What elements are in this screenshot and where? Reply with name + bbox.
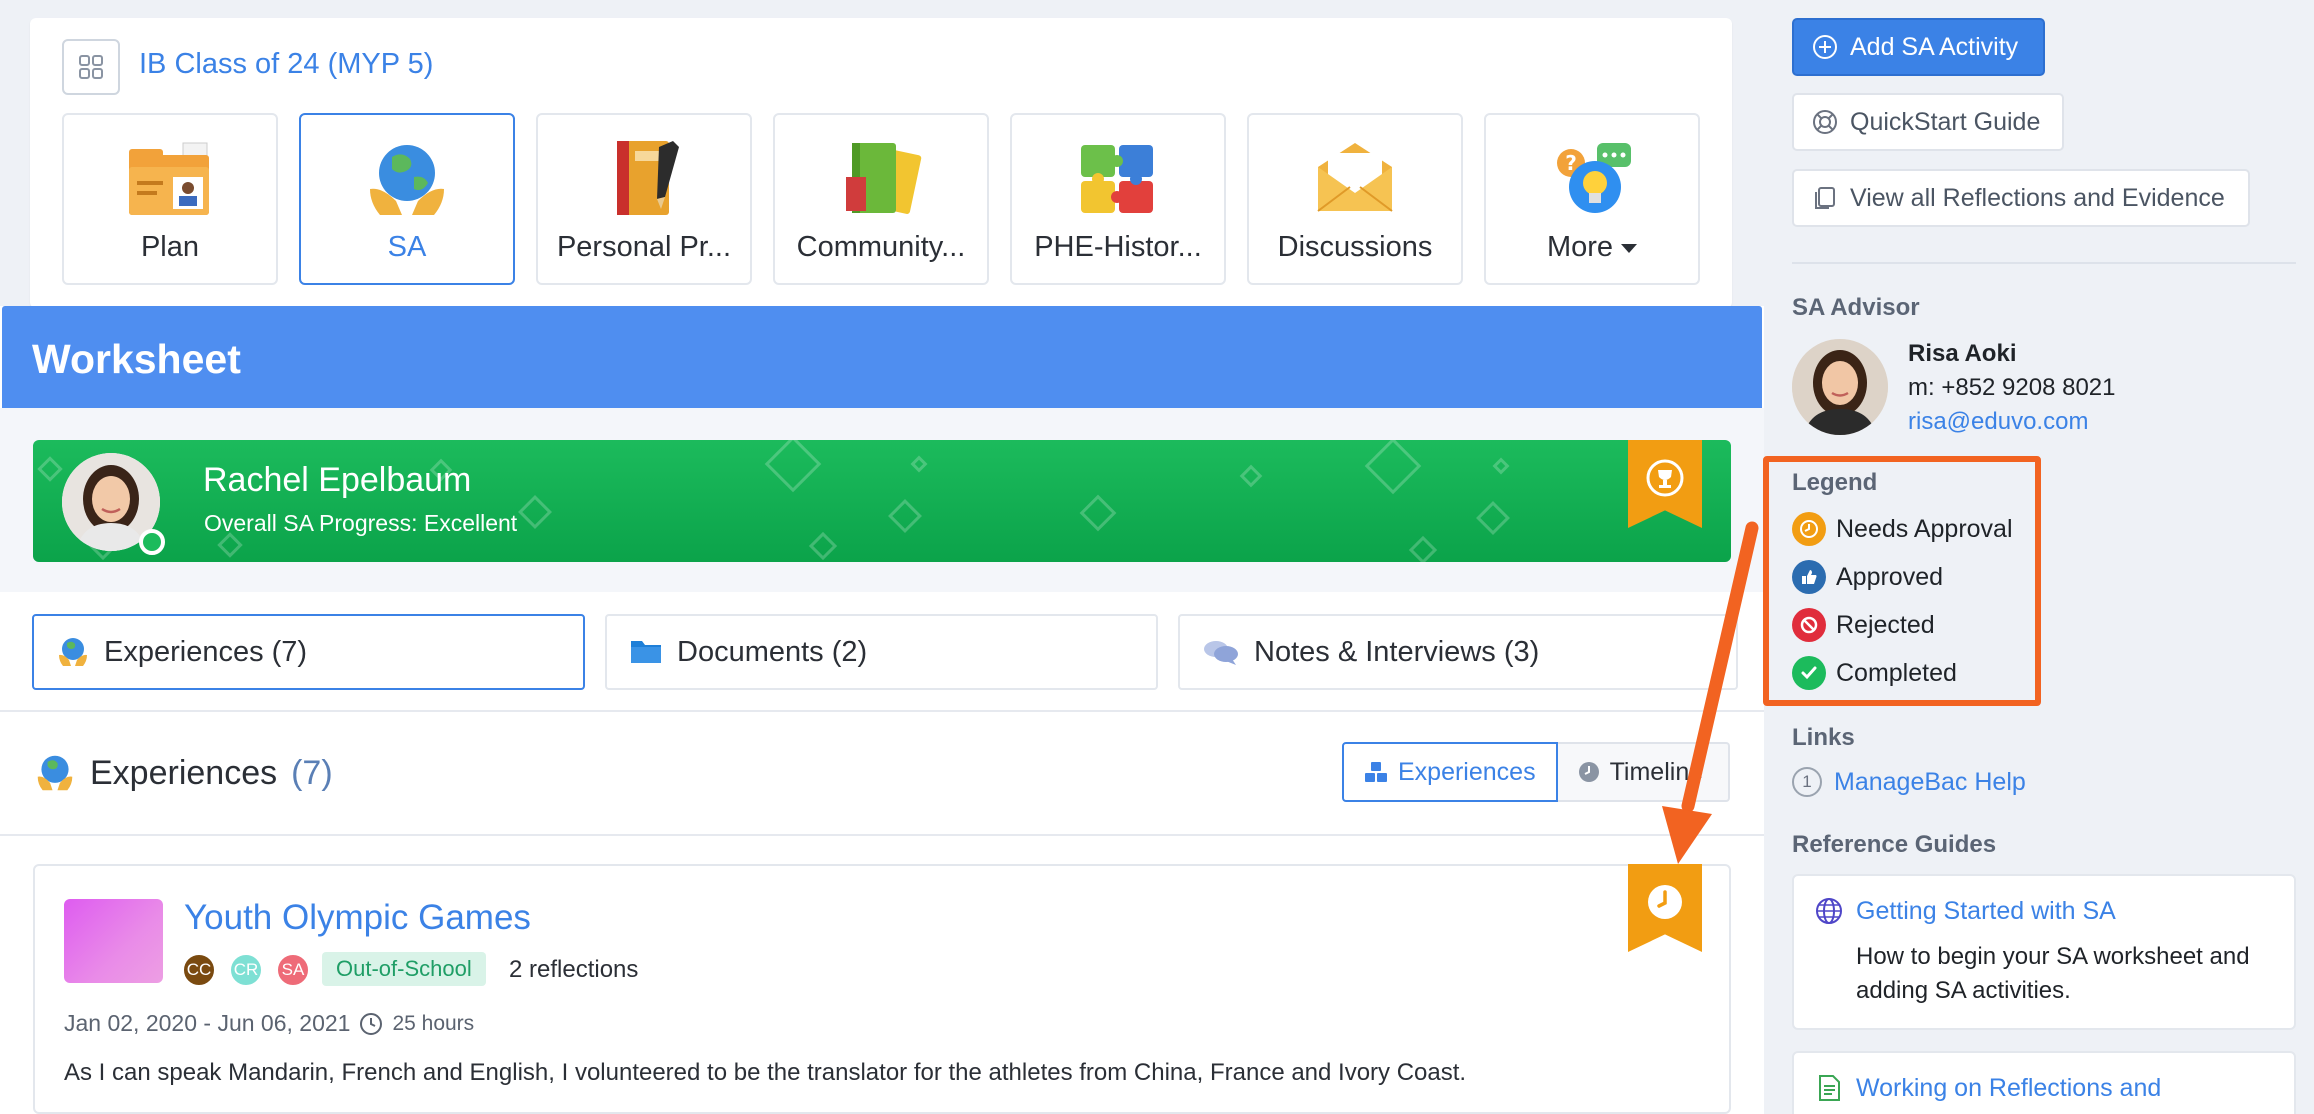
guide-title-row[interactable]: Working on Reflections and <box>1814 1073 2274 1103</box>
caret-down-icon <box>1621 243 1638 253</box>
clock-icon <box>360 1012 383 1035</box>
globe-hands-icon <box>59 638 87 666</box>
nav-tile-label: PHE-Histor... <box>1034 231 1202 263</box>
guide-title: Getting Started with SA <box>1856 896 2116 925</box>
plus-circle-icon <box>1813 35 1837 59</box>
quickstart-guide-button[interactable]: QuickStart Guide <box>1792 93 2064 151</box>
experiences-heading: Experiences (7) <box>34 752 333 794</box>
advisor-email-link[interactable]: risa@eduvo.com <box>1908 408 2088 436</box>
document-icon <box>1819 1075 1840 1101</box>
category-tag: Out-of-School <box>322 952 486 986</box>
link-managebac-help[interactable]: 1 ManageBac Help <box>1792 767 2026 797</box>
advisor-avatar[interactable] <box>1792 339 1888 435</box>
envelope-icon <box>1310 137 1400 219</box>
grid-icon[interactable] <box>62 39 120 95</box>
experience-dates: Jan 02, 2020 - Jun 06, 2021 25 hours <box>64 1010 474 1037</box>
folder-icon <box>631 641 661 663</box>
guide-card[interactable]: Working on Reflections and <box>1792 1051 2296 1114</box>
clock-icon <box>1578 762 1599 782</box>
blocks-icon <box>1365 762 1387 782</box>
hours: 25 hours <box>392 1011 475 1035</box>
view-toggle: Experiences Timeline <box>1342 742 1730 802</box>
tab-label: Documents (2) <box>677 635 868 668</box>
advisor-heading: SA Advisor <box>1792 294 1920 321</box>
tab-notes-interviews[interactable]: Notes & Interviews (3) <box>1178 614 1738 690</box>
quickstart-guide-label: QuickStart Guide <box>1850 107 2041 136</box>
add-sa-activity-label: Add SA Activity <box>1850 32 2019 61</box>
experience-title[interactable]: Youth Olympic Games <box>184 898 531 938</box>
link-number: 1 <box>1792 767 1822 797</box>
advisor-name: Risa Aoki <box>1908 340 2017 367</box>
notebook-icon <box>599 137 689 219</box>
class-title[interactable]: IB Class of 24 (MYP 5) <box>139 48 433 81</box>
clock-icon <box>1648 885 1682 919</box>
view-timeline-label: Timeline <box>1609 757 1704 786</box>
nav-tile-label: Personal Pr... <box>556 231 732 263</box>
view-all-reflections-button[interactable]: View all Reflections and Evidence <box>1792 169 2250 227</box>
nav-tile-community[interactable]: Community... <box>773 113 989 285</box>
overall-progress: Overall SA Progress: Excellent <box>204 510 518 536</box>
globe-icon <box>1816 898 1842 924</box>
divider <box>0 710 1764 712</box>
nav-tile-label: Discussions <box>1277 231 1433 263</box>
nav-tile-plan[interactable]: Plan <box>62 113 278 285</box>
divider <box>1792 262 2296 264</box>
nav-tile-label: SA <box>387 231 427 263</box>
links-heading: Links <box>1792 724 1855 751</box>
participant-avatar[interactable]: SA <box>276 953 310 987</box>
copy-icon <box>1815 187 1835 209</box>
experiences-title: Experiences <box>90 753 278 792</box>
view-experiences-label: Experiences <box>1398 757 1536 786</box>
advisor-phone: m: +852 9208 8021 <box>1908 374 2116 401</box>
nav-tile-label: Community... <box>796 231 966 263</box>
legend-highlight-annotation <box>1763 456 2041 706</box>
guide-description: How to begin your SA worksheet and addin… <box>1856 943 2250 1004</box>
nav-tile-sa[interactable]: SA <box>299 113 515 285</box>
nav-tile-discussions[interactable]: Discussions <box>1247 113 1463 285</box>
guide-card[interactable]: Getting Started with SA How to begin you… <box>1792 874 2296 1030</box>
progress-banner <box>33 440 1731 562</box>
tab-label: Notes & Interviews (3) <box>1254 635 1540 668</box>
divider <box>0 834 1764 836</box>
nav-tile-more[interactable]: ? More <box>1484 113 1700 285</box>
worksheet-header <box>2 306 1762 408</box>
tab-documents[interactable]: Documents (2) <box>605 614 1158 690</box>
tab-experiences[interactable]: Experiences (7) <box>32 614 585 690</box>
chat-bulb-icon: ? <box>1547 137 1637 219</box>
reflections-count[interactable]: 2 reflections <box>509 956 638 984</box>
globe-hands-icon <box>362 137 452 219</box>
student-name[interactable]: Rachel Epelbaum <box>203 461 471 500</box>
nav-tile-phe-history[interactable]: PHE-Histor... <box>1010 113 1226 285</box>
lifebuoy-icon <box>1813 110 1837 134</box>
date-range: Jan 02, 2020 - Jun 06, 2021 <box>64 1010 351 1036</box>
experience-description: As I can speak Mandarin, French and Engl… <box>64 1059 1467 1086</box>
online-status-indicator <box>139 529 165 555</box>
nav-tile-personal-project[interactable]: Personal Pr... <box>536 113 752 285</box>
puzzle-icon <box>1073 137 1163 219</box>
experiences-count: (7) <box>291 753 333 792</box>
reference-guides-heading: Reference Guides <box>1792 831 1997 858</box>
worksheet-title: Worksheet <box>32 336 241 382</box>
more-label: More <box>1546 231 1614 263</box>
link-label: ManageBac Help <box>1834 767 2026 796</box>
folder-plan-icon <box>125 137 215 219</box>
view-all-reflections-label: View all Reflections and Evidence <box>1850 183 2225 212</box>
tab-label: Experiences (7) <box>104 635 308 668</box>
view-experiences-button[interactable]: Experiences <box>1342 742 1558 802</box>
participant-avatar[interactable]: CC <box>182 953 216 987</box>
guide-title-row[interactable]: Getting Started with SA <box>1814 896 2274 926</box>
participant-avatar[interactable]: CR <box>229 953 263 987</box>
experience-thumbnail <box>64 899 163 983</box>
view-timeline-button[interactable]: Timeline <box>1557 742 1730 802</box>
globe-hands-icon <box>37 755 73 791</box>
speech-bubbles-icon <box>1204 641 1238 665</box>
add-sa-activity-button[interactable]: Add SA Activity <box>1792 18 2045 76</box>
nav-tile-label: More <box>1546 231 1638 264</box>
trophy-icon <box>1646 459 1684 497</box>
books-icon <box>836 137 926 219</box>
nav-tile-label: Plan <box>140 231 200 263</box>
guide-title: Working on Reflections and <box>1856 1073 2162 1102</box>
